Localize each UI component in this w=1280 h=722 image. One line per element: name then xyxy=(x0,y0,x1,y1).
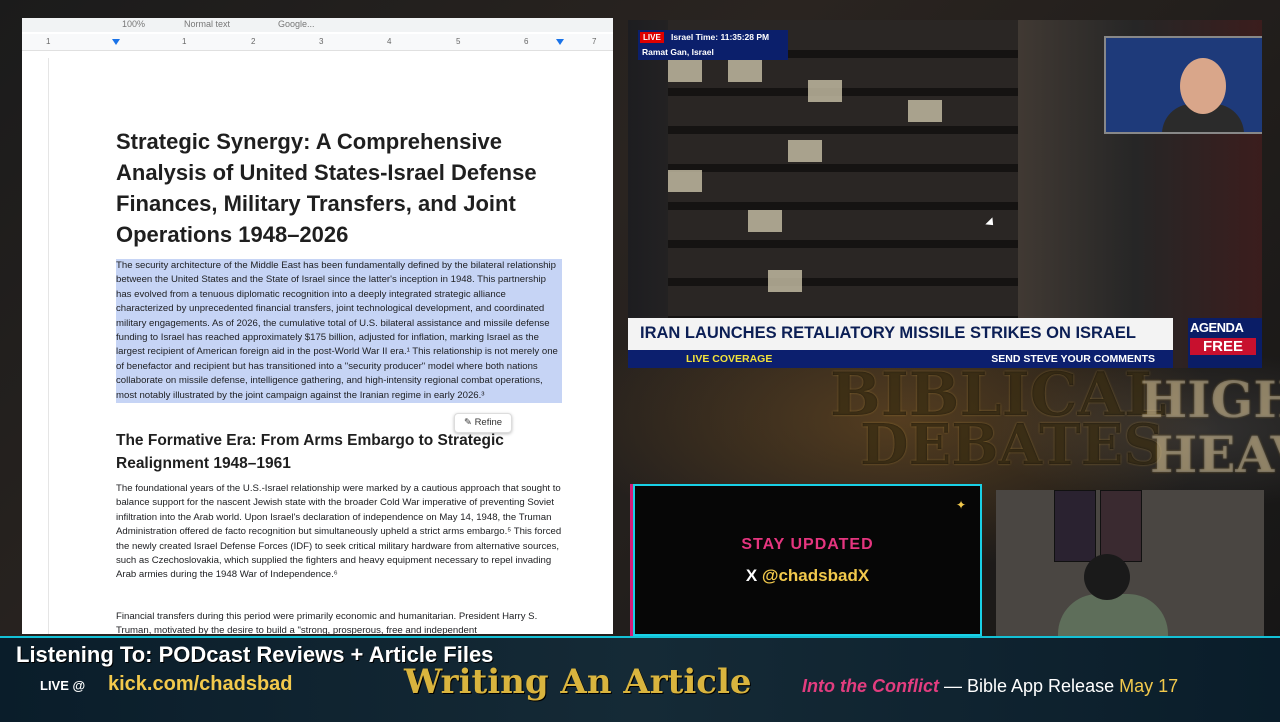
news-time: Israel Time: 11:35:28 PM xyxy=(671,32,770,42)
streamer-body xyxy=(1058,594,1168,636)
graffiti-debates: DEBATES xyxy=(860,412,1164,478)
news-location: Ramat Gan, Israel xyxy=(642,47,714,57)
font-select[interactable]: Google... xyxy=(278,19,315,29)
doc-toolbar: 100% Normal text Google... xyxy=(22,18,613,32)
stay-updated-panel: ✦ STAY UPDATED X @chadsbadX xyxy=(633,484,982,636)
ticker-text: — Bible App Release xyxy=(938,676,1120,696)
brand-bottom: FREE xyxy=(1190,338,1256,355)
comments-label: SEND STEVE YOUR COMMENTS xyxy=(991,353,1155,365)
live-coverage-label: LIVE COVERAGE xyxy=(686,353,773,365)
body-paragraph[interactable]: The foundational years of the U.S.-Israe… xyxy=(116,482,562,583)
live-tag: LIVE xyxy=(640,32,664,43)
ruler-tick: 1 xyxy=(46,37,51,46)
news-stream-panel: LIVE Israel Time: 11:35:28 PM Ramat Gan,… xyxy=(628,20,1262,368)
ruler[interactable]: 1 1 2 3 4 5 6 7 xyxy=(22,34,613,51)
sparkle-icon: ✦ xyxy=(956,498,967,512)
ticker-title: Into the Conflict xyxy=(802,676,939,696)
bottom-banner: Listening To: PODcast Reviews + Article … xyxy=(0,636,1280,722)
ruler-tick: 1 xyxy=(182,37,187,46)
style-select[interactable]: Normal text xyxy=(184,19,230,29)
social-handle: X @chadsbadX xyxy=(635,566,980,586)
ticker-date: May 17 xyxy=(1119,676,1179,696)
brand-top: AGENDA xyxy=(1190,320,1244,335)
x-prefix: X xyxy=(745,566,762,585)
live-at-label: LIVE @ xyxy=(40,678,86,693)
graffiti-heaven: HEAVE xyxy=(1150,425,1280,484)
ruler-tick: 5 xyxy=(456,37,461,46)
document-editor[interactable]: 100% Normal text Google... 1 1 2 3 4 5 6… xyxy=(22,18,613,634)
indent-marker[interactable] xyxy=(112,39,120,45)
graffiti-higher: HIGHE xyxy=(1140,370,1280,429)
stay-updated-title: STAY UPDATED xyxy=(741,536,874,553)
anchor-pip xyxy=(1104,36,1262,134)
intro-paragraph-selected[interactable]: The security architecture of the Middle … xyxy=(116,259,562,404)
right-margin-marker[interactable] xyxy=(556,39,564,45)
poster xyxy=(1100,490,1142,562)
section-heading: The Formative Era: From Arms Embargo to … xyxy=(116,432,504,472)
poster xyxy=(1054,490,1096,562)
building-footage xyxy=(668,20,1018,320)
agenda-free-logo: AGENDA FREE xyxy=(1188,318,1262,368)
refine-label: Refine xyxy=(474,417,503,428)
writing-status: Writing An Article xyxy=(404,662,752,702)
ruler-tick: 6 xyxy=(524,37,529,46)
ruler-tick: 3 xyxy=(319,37,324,46)
x-handle: @chadsbadX xyxy=(761,566,870,585)
ruler-tick: 2 xyxy=(251,37,256,46)
doc-title: Strategic Synergy: A Comprehensive Analy… xyxy=(116,129,537,247)
body-paragraph[interactable]: Financial transfers during this period w… xyxy=(116,610,562,634)
zoom-level[interactable]: 100% xyxy=(122,19,145,29)
headline-bar: IRAN LAUNCHES RETALIATORY MISSILE STRIKE… xyxy=(628,318,1173,350)
ticker: Into the Conflict — Bible App Release Ma… xyxy=(802,676,1178,697)
headline: IRAN LAUNCHES RETALIATORY MISSILE STRIKE… xyxy=(640,324,1136,342)
ruler-tick: 4 xyxy=(387,37,392,46)
sub-bar: LIVE COVERAGE SEND STEVE YOUR COMMENTS xyxy=(628,350,1173,368)
webcam-feed xyxy=(996,490,1264,636)
ruler-tick: 7 xyxy=(592,37,597,46)
kick-link[interactable]: kick.com/chadsbad xyxy=(108,673,293,696)
streamer-head xyxy=(1084,554,1130,600)
live-info-box: LIVE Israel Time: 11:35:28 PM Ramat Gan,… xyxy=(638,30,788,60)
